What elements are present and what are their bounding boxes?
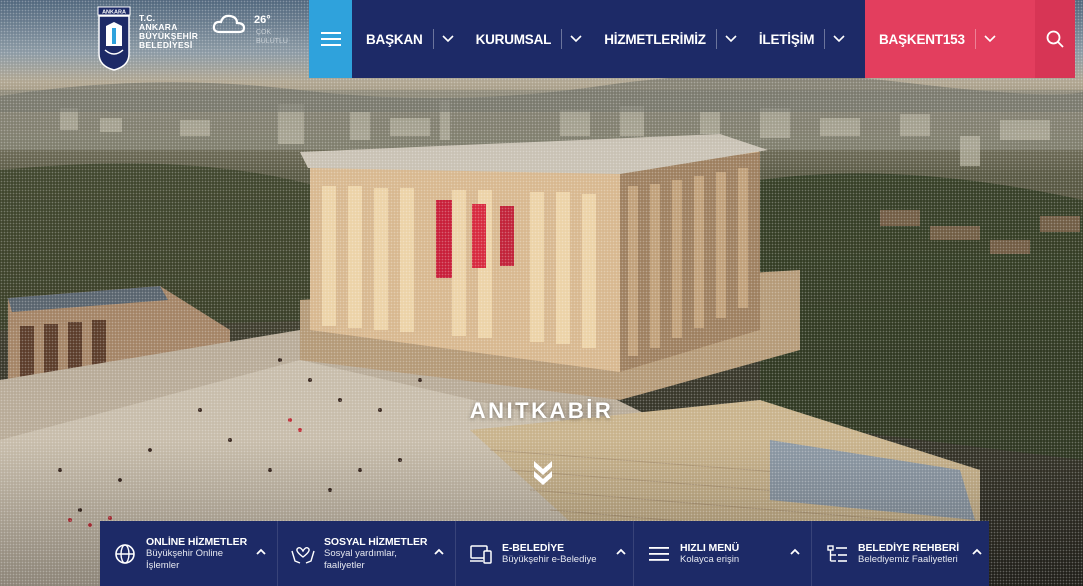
nav-label: HİZMETLERİMİZ	[604, 31, 706, 47]
services-bar: ONLİNE HİZMETLER Büyükşehir Online İşlem…	[100, 521, 989, 586]
service-text: SOSYAL HİZMETLER Sosyal yardımlar, faali…	[324, 535, 428, 572]
service-title: BELEDİYE REHBERİ	[858, 541, 960, 554]
globe-icon	[112, 541, 138, 567]
service-title: SOSYAL HİZMETLER	[324, 535, 428, 548]
double-chevron-down-icon[interactable]	[531, 457, 555, 487]
logo-text: T.C. ANKARA BÜYÜKŞEHİR BELEDİYESİ	[139, 14, 198, 50]
chevron-down-icon[interactable]	[976, 35, 1004, 43]
menu-lines-icon	[646, 541, 672, 567]
weather-widget[interactable]: 26° ÇOK BULUTLU	[212, 12, 288, 45]
service-subtitle: Büyükşehir e-Belediye	[502, 553, 597, 565]
service-quick-menu[interactable]: HIZLI MENÜ Kolayca erişin	[634, 521, 812, 586]
nav-item-baskan[interactable]: BAŞKAN	[352, 0, 462, 78]
nav-item-hizmetlerimiz[interactable]: HİZMETLERİMİZ	[590, 0, 745, 78]
service-text: ONLİNE HİZMETLER Büyükşehir Online İşlem…	[146, 536, 247, 572]
hero-title: ANITKABİR	[469, 398, 614, 423]
chevron-up-icon[interactable]	[433, 546, 445, 558]
service-subtitle: Büyükşehir Online İşlemler	[146, 547, 224, 571]
chevron-up-icon[interactable]	[789, 546, 801, 558]
service-subtitle: Belediyemiz Faaliyetleri	[858, 553, 958, 565]
municipality-logo[interactable]: ANKARA T.C. ANKARA BÜYÜKŞEHİR BELEDİYESİ	[97, 6, 198, 72]
menu-button[interactable]	[309, 0, 352, 78]
search-button[interactable]	[1035, 0, 1075, 78]
chevron-up-icon[interactable]	[255, 546, 267, 558]
logo-line: BELEDİYESİ	[139, 40, 193, 50]
nav-label: İLETİŞİM	[758, 31, 815, 47]
top-navigation: BAŞKAN KURUMSAL HİZMETLERİMİZ İLETİŞİM B…	[309, 0, 1075, 78]
nav-label: KURUMSAL	[475, 31, 552, 47]
nav-item-kurumsal[interactable]: KURUMSAL	[462, 0, 591, 78]
service-title: HIZLI MENÜ	[680, 541, 740, 554]
chevron-up-icon[interactable]	[971, 546, 983, 558]
chevron-down-icon[interactable]	[562, 35, 590, 43]
service-directory[interactable]: BELEDİYE REHBERİ Belediyemiz Faaliyetler…	[812, 521, 989, 586]
service-social[interactable]: SOSYAL HİZMETLER Sosyal yardımlar, faali…	[278, 521, 456, 586]
nav-item-baskent153[interactable]: BAŞKENT153	[865, 0, 1035, 78]
devices-icon	[468, 541, 494, 567]
service-ebelediye[interactable]: E-BELEDİYE Büyükşehir e-Belediye	[456, 521, 634, 586]
chevron-down-icon[interactable]	[825, 35, 853, 43]
search-icon	[1046, 30, 1064, 48]
chevron-down-icon[interactable]	[717, 35, 745, 43]
service-subtitle: Sosyal yardımlar, faaliyetler	[324, 547, 397, 571]
service-title: ONLİNE HİZMETLER	[146, 535, 248, 548]
ankara-seal-icon: ANKARA	[97, 6, 131, 71]
directory-icon	[824, 541, 850, 567]
cloud-icon	[212, 14, 246, 34]
service-text: BELEDİYE REHBERİ Belediyemiz Faaliyetler…	[858, 542, 959, 566]
hero-image	[0, 73, 1083, 586]
hamburger-icon	[320, 32, 341, 46]
service-text: E-BELEDİYE Büyükşehir e-Belediye	[502, 542, 597, 566]
hero-background	[0, 0, 1083, 586]
heart-hands-icon	[290, 541, 316, 567]
service-title: E-BELEDİYE	[502, 541, 565, 554]
chevron-down-icon[interactable]	[434, 35, 462, 43]
service-subtitle: Kolayca erişin	[680, 553, 740, 565]
nav-main: BAŞKAN KURUMSAL HİZMETLERİMİZ İLETİŞİM	[352, 0, 865, 78]
service-text: HIZLI MENÜ Kolayca erişin	[680, 542, 739, 566]
service-online[interactable]: ONLİNE HİZMETLER Büyükşehir Online İşlem…	[100, 521, 278, 586]
nav-label: BAŞKENT153	[879, 31, 965, 47]
weather-description: ÇOK BULUTLU	[256, 29, 288, 45]
nav-label: BAŞKAN	[366, 31, 423, 47]
svg-text:ANKARA: ANKARA	[102, 10, 126, 16]
nav-item-iletisim[interactable]: İLETİŞİM	[745, 0, 853, 78]
chevron-up-icon[interactable]	[615, 546, 627, 558]
